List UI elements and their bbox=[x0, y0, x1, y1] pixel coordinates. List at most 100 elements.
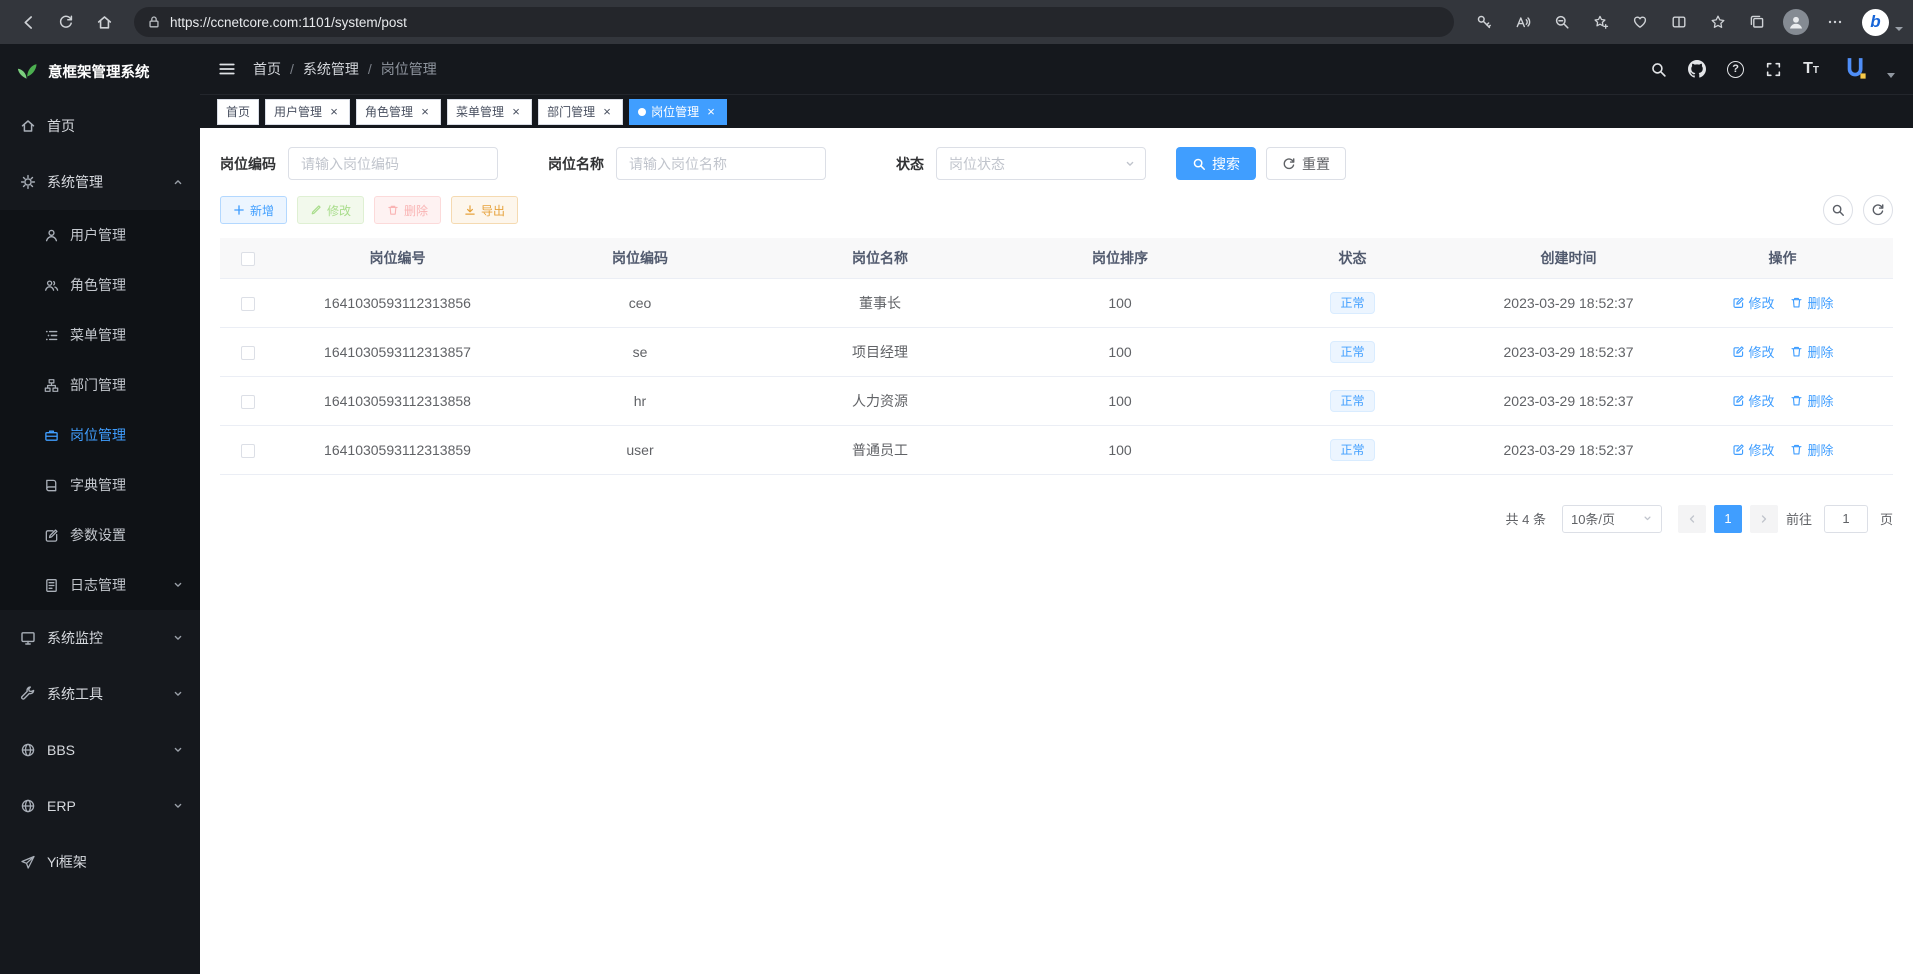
row-delete-link[interactable]: 删除 bbox=[1790, 391, 1833, 410]
sidebar-item-role-management[interactable]: 角色管理 bbox=[0, 260, 200, 310]
sidebar-item-dictionary-management[interactable]: 字典管理 bbox=[0, 460, 200, 510]
row-checkbox[interactable] bbox=[241, 395, 255, 409]
tab-close-icon[interactable]: × bbox=[327, 105, 341, 119]
split-screen-icon[interactable] bbox=[1661, 5, 1697, 39]
search-button[interactable]: 搜索 bbox=[1176, 147, 1256, 180]
reset-button[interactable]: 重置 bbox=[1266, 147, 1346, 180]
browser-refresh-button[interactable] bbox=[48, 5, 84, 39]
sidebar-item-system-monitoring[interactable]: 系统监控 bbox=[0, 610, 200, 666]
page-number-button[interactable]: 1 bbox=[1714, 505, 1742, 533]
page-content: 岗位编码 岗位名称 状态 岗位状态 搜索 bbox=[200, 128, 1913, 974]
address-bar[interactable]: https://ccnetcore.com:1101/system/post bbox=[134, 7, 1454, 37]
sidebar-item-system-management[interactable]: 系统管理 bbox=[0, 154, 200, 210]
sidebar: 意框架管理系统 首页 系统管理 用户管理 角色管理 bbox=[0, 44, 200, 974]
delete-button[interactable]: 删除 bbox=[374, 196, 441, 224]
browser-actions: b bbox=[1466, 5, 1903, 39]
more-options-icon[interactable] bbox=[1817, 5, 1853, 39]
sidebar-item-menu-management[interactable]: 菜单管理 bbox=[0, 310, 200, 360]
page-unit-label: 页 bbox=[1880, 509, 1893, 528]
favorites-bar-icon[interactable] bbox=[1700, 5, 1736, 39]
font-size-icon[interactable]: TT bbox=[1803, 61, 1819, 77]
tab-user-management[interactable]: 用户管理 × bbox=[265, 99, 350, 125]
column-post-code: 岗位编码 bbox=[520, 238, 760, 278]
user-avatar-logo[interactable] bbox=[1840, 54, 1872, 84]
row-edit-link[interactable]: 修改 bbox=[1732, 342, 1775, 361]
cell-post-code: hr bbox=[520, 376, 760, 425]
browser-essentials-icon[interactable] bbox=[1622, 5, 1658, 39]
row-delete-link[interactable]: 删除 bbox=[1790, 342, 1833, 361]
help-icon[interactable]: ? bbox=[1727, 61, 1744, 78]
tab-role-management[interactable]: 角色管理 × bbox=[356, 99, 441, 125]
password-key-icon[interactable] bbox=[1466, 5, 1502, 39]
table-header-row: 岗位编号 岗位编码 岗位名称 岗位排序 状态 创建时间 操作 bbox=[220, 238, 1893, 278]
post-name-input[interactable] bbox=[616, 147, 826, 180]
refresh-icon bbox=[1282, 157, 1296, 171]
row-delete-link[interactable]: 删除 bbox=[1790, 440, 1833, 459]
sidebar-item-erp[interactable]: ERP bbox=[0, 778, 200, 834]
tab-close-icon[interactable]: × bbox=[600, 105, 614, 119]
collections-icon[interactable] bbox=[1739, 5, 1775, 39]
tab-post-management[interactable]: 岗位管理 × bbox=[629, 99, 727, 125]
avatar-caret-icon[interactable] bbox=[1887, 73, 1895, 78]
sidebar-item-parameter-settings[interactable]: 参数设置 bbox=[0, 510, 200, 560]
sidebar-toggle-button[interactable] bbox=[218, 60, 236, 78]
favorites-add-icon[interactable] bbox=[1583, 5, 1619, 39]
briefcase-icon bbox=[44, 428, 59, 443]
select-all-checkbox[interactable] bbox=[241, 252, 255, 266]
edit-button[interactable]: 修改 bbox=[297, 196, 364, 224]
refresh-table-button[interactable] bbox=[1863, 195, 1893, 225]
status-select[interactable]: 岗位状态 bbox=[936, 147, 1146, 180]
breadcrumb-home[interactable]: 首页 bbox=[253, 59, 281, 79]
menu-label: 系统管理 bbox=[47, 172, 103, 192]
row-edit-link[interactable]: 修改 bbox=[1732, 391, 1775, 410]
sidebar-item-home[interactable]: 首页 bbox=[0, 98, 200, 154]
zoom-icon[interactable] bbox=[1544, 5, 1580, 39]
row-checkbox[interactable] bbox=[241, 346, 255, 360]
page-size-select[interactable]: 10条/页 bbox=[1562, 505, 1662, 533]
fullscreen-icon[interactable] bbox=[1765, 61, 1782, 78]
tab-close-icon[interactable]: × bbox=[704, 105, 718, 119]
add-button[interactable]: 新增 bbox=[220, 196, 287, 224]
github-icon[interactable] bbox=[1688, 60, 1706, 78]
breadcrumb-system-management[interactable]: 系统管理 bbox=[303, 59, 359, 79]
sidebar-item-bbs[interactable]: BBS bbox=[0, 722, 200, 778]
sidebar-item-department-management[interactable]: 部门管理 bbox=[0, 360, 200, 410]
read-aloud-icon[interactable] bbox=[1505, 5, 1541, 39]
row-checkbox[interactable] bbox=[241, 297, 255, 311]
back-button[interactable] bbox=[10, 5, 46, 39]
app-logo[interactable]: 意框架管理系统 bbox=[0, 44, 200, 98]
profile-avatar[interactable] bbox=[1783, 9, 1809, 35]
bing-icon[interactable]: b bbox=[1862, 9, 1889, 36]
globe-icon bbox=[20, 798, 36, 814]
bing-caret-icon[interactable] bbox=[1895, 27, 1903, 31]
column-status: 状态 bbox=[1240, 238, 1465, 278]
row-delete-link[interactable]: 删除 bbox=[1790, 293, 1833, 312]
org-tree-icon bbox=[44, 378, 59, 393]
goto-page-input[interactable] bbox=[1824, 505, 1868, 533]
export-button[interactable]: 导出 bbox=[451, 196, 518, 224]
header-search-icon[interactable] bbox=[1650, 61, 1667, 78]
tab-close-icon[interactable]: × bbox=[418, 105, 432, 119]
tab-home[interactable]: 首页 bbox=[217, 99, 259, 125]
sidebar-item-system-tools[interactable]: 系统工具 bbox=[0, 666, 200, 722]
row-checkbox[interactable] bbox=[241, 444, 255, 458]
post-code-input[interactable] bbox=[288, 147, 498, 180]
sidebar-item-user-management[interactable]: 用户管理 bbox=[0, 210, 200, 260]
row-edit-link[interactable]: 修改 bbox=[1732, 293, 1775, 312]
cell-post-name: 董事长 bbox=[760, 278, 1000, 327]
tab-department-management[interactable]: 部门管理 × bbox=[538, 99, 623, 125]
column-post-name: 岗位名称 bbox=[760, 238, 1000, 278]
sidebar-item-log-management[interactable]: 日志管理 bbox=[0, 560, 200, 610]
toggle-search-button[interactable] bbox=[1823, 195, 1853, 225]
status-filter: 状态 岗位状态 bbox=[896, 147, 1146, 180]
next-page-button[interactable] bbox=[1750, 505, 1778, 533]
sidebar-item-yi-framework[interactable]: Yi框架 bbox=[0, 834, 200, 890]
row-edit-link[interactable]: 修改 bbox=[1732, 440, 1775, 459]
status-badge: 正常 bbox=[1330, 390, 1374, 412]
tab-menu-management[interactable]: 菜单管理 × bbox=[447, 99, 532, 125]
browser-home-button[interactable] bbox=[86, 5, 122, 39]
cell-post-sort: 100 bbox=[1000, 425, 1240, 474]
prev-page-button[interactable] bbox=[1678, 505, 1706, 533]
sidebar-item-post-management[interactable]: 岗位管理 bbox=[0, 410, 200, 460]
tab-close-icon[interactable]: × bbox=[509, 105, 523, 119]
